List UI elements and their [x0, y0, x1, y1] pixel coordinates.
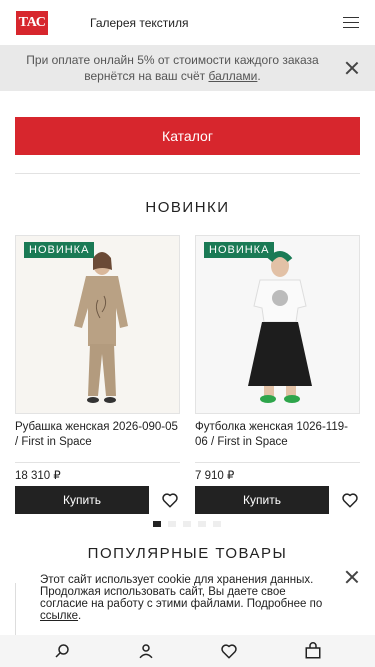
product-photo-tshirt	[196, 236, 359, 413]
product-name[interactable]: Рубашка женская 2026-090-05 / First in S…	[15, 420, 180, 450]
product-photo-shirt	[16, 236, 179, 413]
buy-button[interactable]: Купить	[195, 486, 329, 514]
new-badge: НОВИНКА	[24, 242, 95, 258]
carousel-dot[interactable]	[183, 521, 191, 527]
carousel-dot[interactable]	[153, 521, 161, 527]
carousel-dot[interactable]	[168, 521, 176, 527]
product-name[interactable]: Футболка женская 1026-119-06 / First in …	[195, 420, 360, 450]
cookie-link[interactable]: ссылке	[40, 610, 78, 622]
catalog-button[interactable]: Каталог	[15, 117, 360, 155]
new-badge: НОВИНКА	[204, 242, 275, 258]
menu-icon[interactable]	[343, 17, 359, 28]
product-image[interactable]: НОВИНКА	[195, 235, 360, 414]
close-promo-icon[interactable]	[345, 61, 359, 75]
divider	[195, 462, 360, 463]
divider	[15, 583, 16, 635]
product-image[interactable]: НОВИНКА	[15, 235, 180, 414]
divider	[15, 462, 180, 463]
product-price: 18 310 ₽	[15, 470, 61, 482]
product-card[interactable]: НОВИНКА Рубашка женская 2026-090-05 / Fi…	[15, 235, 180, 514]
brand-name: Галерея текстиля	[90, 15, 189, 30]
heart-icon[interactable]	[161, 491, 179, 509]
promo-text: При оплате онлайн 5% от стоимости каждог…	[26, 53, 319, 83]
logo[interactable]: ТАС	[16, 10, 48, 35]
promo-banner: При оплате онлайн 5% от стоимости каждог…	[0, 45, 375, 91]
buy-button[interactable]: Купить	[15, 486, 149, 514]
popular-section-title: ПОПУЛЯРНЫЕ ТОВАРЫ	[87, 545, 288, 562]
close-cookie-icon[interactable]	[345, 570, 359, 584]
product-price: 7 910 ₽	[195, 470, 235, 482]
heart-icon[interactable]	[341, 491, 359, 509]
product-card[interactable]: НОВИНКА Футболка женская 1026-119-06 / F…	[195, 235, 360, 514]
site-header: ТАС Галерея текстиля	[0, 0, 375, 45]
profile-icon[interactable]	[137, 642, 155, 660]
cart-icon[interactable]	[304, 642, 322, 660]
new-section-title: НОВИНКИ	[145, 199, 230, 216]
cookie-notice: Этот сайт использует cookie для хранения…	[15, 569, 360, 635]
carousel-dot[interactable]	[213, 521, 221, 527]
cookie-text: Этот сайт использует cookie для хранения…	[40, 574, 323, 622]
divider	[15, 173, 360, 174]
promo-link[interactable]: баллами	[208, 69, 257, 83]
search-icon[interactable]	[53, 642, 71, 660]
bottom-nav	[0, 635, 375, 667]
favorites-icon[interactable]	[220, 642, 238, 660]
carousel-dots	[153, 521, 221, 527]
carousel-dot[interactable]	[198, 521, 206, 527]
